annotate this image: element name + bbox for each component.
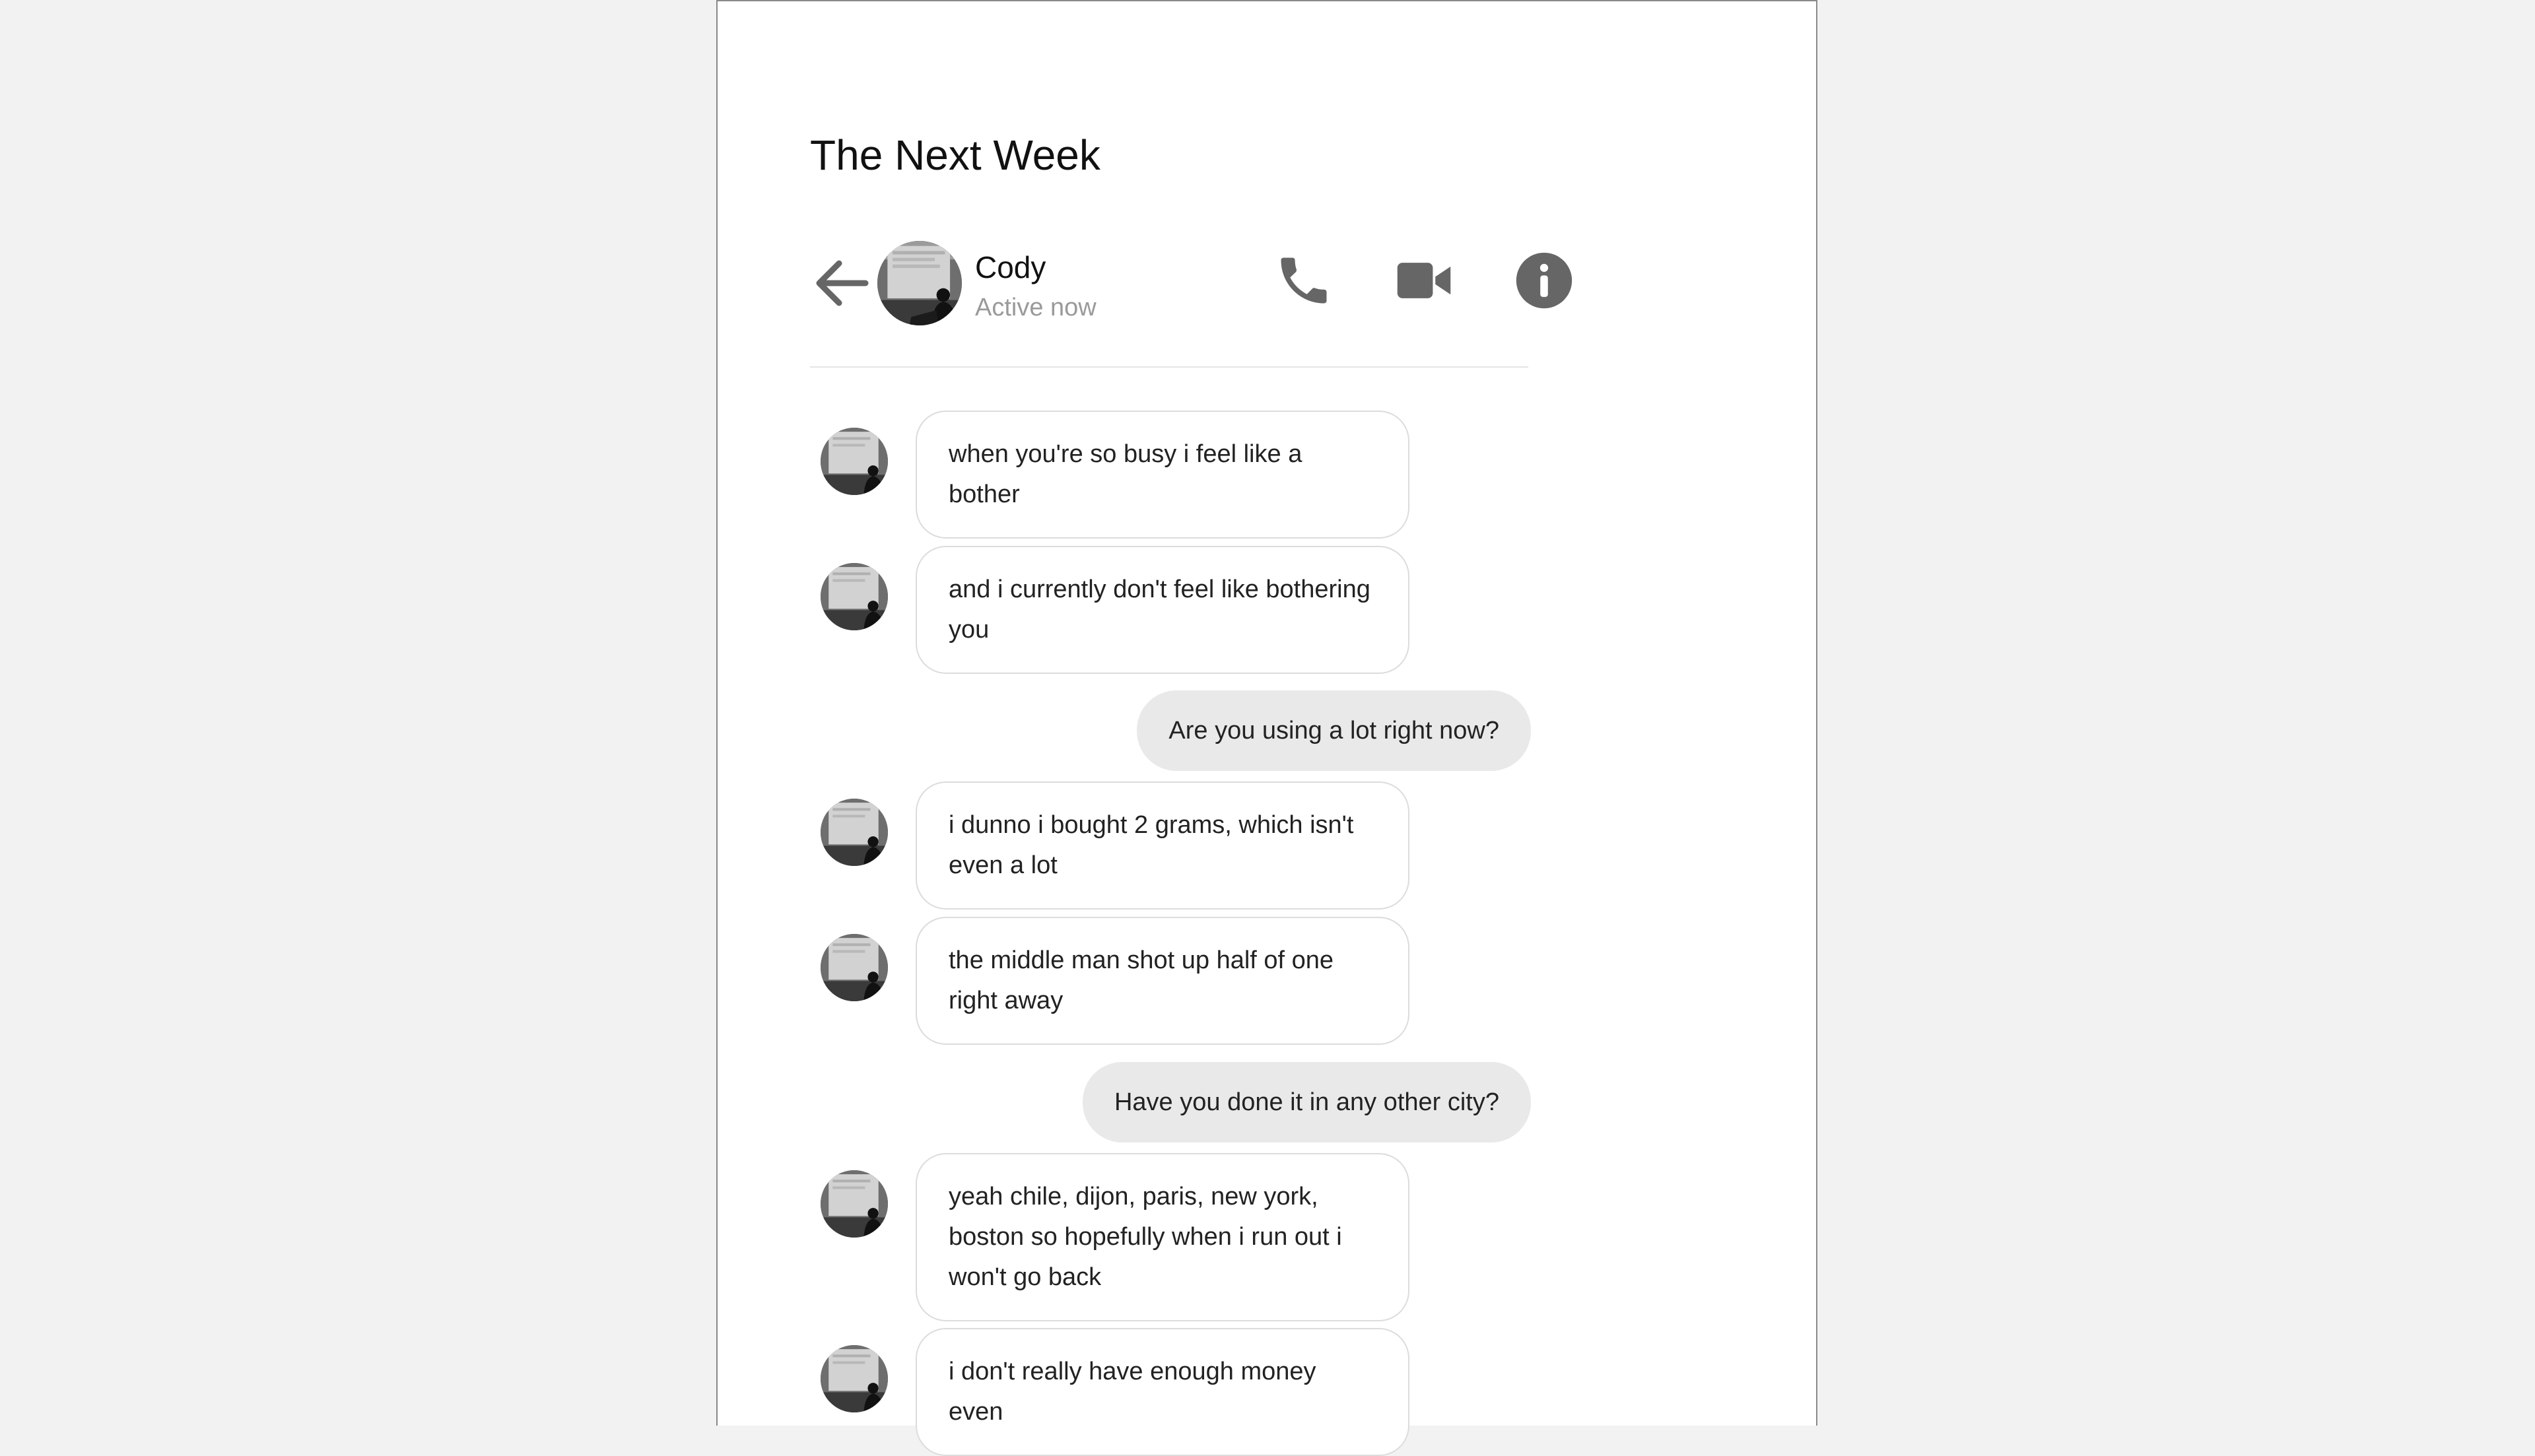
- contact-avatar[interactable]: [877, 241, 962, 325]
- info-icon[interactable]: [1514, 250, 1574, 311]
- incoming-message-bubble[interactable]: yeah chile, dijon, paris, new york, bost…: [916, 1153, 1409, 1321]
- sender-avatar: [821, 563, 888, 630]
- back-arrow-icon[interactable]: [810, 251, 873, 315]
- conversation-page: The Next Week Cody Active now when you'r…: [716, 0, 1817, 1456]
- outgoing-message-bubble[interactable]: Have you done it in any other city?: [1082, 1062, 1531, 1142]
- chat-header: Cody Active now: [810, 236, 1572, 368]
- sender-avatar: [821, 1345, 888, 1412]
- incoming-message-bubble[interactable]: i dunno i bought 2 grams, which isn't ev…: [916, 781, 1409, 910]
- page-title: The Next Week: [810, 131, 1100, 179]
- phone-icon[interactable]: [1273, 250, 1334, 311]
- video-camera-icon[interactable]: [1394, 250, 1454, 311]
- sender-avatar: [821, 934, 888, 1001]
- outgoing-message-bubble[interactable]: Are you using a lot right now?: [1137, 690, 1531, 771]
- sender-avatar: [821, 799, 888, 866]
- incoming-message-bubble[interactable]: i don't really have enough money even: [916, 1328, 1409, 1456]
- incoming-message-bubble[interactable]: when you're so busy i feel like a bother: [916, 411, 1409, 539]
- sender-avatar: [821, 1170, 888, 1238]
- contact-status: Active now: [975, 294, 1097, 321]
- sender-avatar: [821, 428, 888, 495]
- incoming-message-bubble[interactable]: and i currently don't feel like botherin…: [916, 546, 1409, 674]
- incoming-message-bubble[interactable]: the middle man shot up half of one right…: [916, 917, 1409, 1045]
- contact-name: Cody: [975, 250, 1046, 284]
